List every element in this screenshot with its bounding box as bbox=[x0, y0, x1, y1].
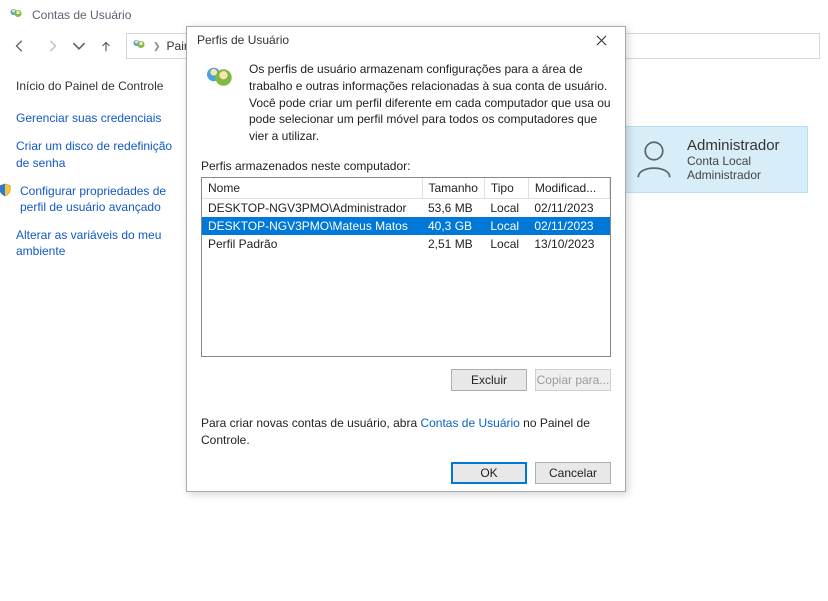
table-row[interactable]: DESKTOP-NGV3PMO\Administrador53,6 MBLoca… bbox=[202, 198, 610, 217]
ok-button[interactable]: OK bbox=[451, 462, 527, 484]
table-label: Perfis armazenados neste computador: bbox=[201, 159, 611, 173]
user-accounts-link[interactable]: Contas de Usuário bbox=[420, 416, 519, 430]
cancel-button[interactable]: Cancelar bbox=[535, 462, 611, 484]
table-cell: Perfil Padrão bbox=[202, 235, 422, 253]
table-cell: DESKTOP-NGV3PMO\Administrador bbox=[202, 198, 422, 217]
manage-credentials-link[interactable]: Gerenciar suas credenciais bbox=[16, 110, 182, 126]
table-cell: 13/10/2023 bbox=[528, 235, 609, 253]
account-tile: Administrador Conta Local Administrador bbox=[618, 126, 808, 193]
dialog-titlebar[interactable]: Perfis de Usuário bbox=[187, 27, 625, 53]
user-accounts-icon bbox=[131, 37, 147, 56]
table-cell: DESKTOP-NGV3PMO\Mateus Matos bbox=[202, 217, 422, 235]
table-cell: 40,3 GB bbox=[422, 217, 484, 235]
account-role: Administrador bbox=[687, 168, 780, 182]
table-row[interactable]: Perfil Padrão2,51 MBLocal13/10/2023 bbox=[202, 235, 610, 253]
chevron-right-icon: ❯ bbox=[153, 41, 161, 52]
account-type: Conta Local bbox=[687, 154, 780, 168]
profiles-table[interactable]: Nome Tamanho Tipo Modificad... DESKTOP-N… bbox=[201, 177, 611, 357]
col-size[interactable]: Tamanho bbox=[422, 178, 484, 199]
up-button[interactable] bbox=[94, 34, 118, 58]
advanced-user-profile-properties-link[interactable]: Configurar propriedades de perfil de usu… bbox=[20, 183, 182, 215]
dialog-title: Perfis de Usuário bbox=[197, 33, 289, 47]
control-panel-home-link[interactable]: Início do Painel de Controle bbox=[16, 78, 182, 94]
table-cell: 2,51 MB bbox=[422, 235, 484, 253]
user-accounts-icon bbox=[8, 6, 24, 25]
close-button[interactable] bbox=[581, 27, 621, 53]
table-cell: 53,6 MB bbox=[422, 198, 484, 217]
user-avatar-icon bbox=[633, 137, 675, 182]
table-cell: Local bbox=[484, 198, 528, 217]
recent-dropdown[interactable] bbox=[72, 34, 86, 58]
window-title: Contas de Usuário bbox=[32, 8, 131, 22]
create-password-reset-disk-link[interactable]: Criar um disco de redefinição de senha bbox=[16, 138, 182, 170]
table-cell: 02/11/2023 bbox=[528, 198, 609, 217]
back-button[interactable] bbox=[8, 34, 32, 58]
sidebar: Início do Painel de Controle Gerenciar s… bbox=[0, 72, 182, 272]
col-type[interactable]: Tipo bbox=[484, 178, 528, 199]
col-name[interactable]: Nome bbox=[202, 178, 422, 199]
col-modified[interactable]: Modificad... bbox=[528, 178, 609, 199]
forward-button[interactable] bbox=[40, 34, 64, 58]
delete-button[interactable]: Excluir bbox=[451, 369, 527, 391]
user-profiles-dialog: Perfis de Usuário Os perfis de usuário a… bbox=[186, 26, 626, 492]
copy-to-button: Copiar para... bbox=[535, 369, 611, 391]
table-cell: 02/11/2023 bbox=[528, 217, 609, 235]
table-row[interactable]: DESKTOP-NGV3PMO\Mateus Matos40,3 GBLocal… bbox=[202, 217, 610, 235]
create-account-hint: Para criar novas contas de usuário, abra… bbox=[201, 415, 611, 450]
user-profiles-icon bbox=[201, 61, 237, 145]
account-name: Administrador bbox=[687, 137, 780, 154]
dialog-description: Os perfis de usuário armazenam configura… bbox=[249, 61, 611, 145]
table-cell: Local bbox=[484, 235, 528, 253]
table-cell: Local bbox=[484, 217, 528, 235]
environment-variables-link[interactable]: Alterar as variáveis do meu ambiente bbox=[16, 227, 182, 259]
